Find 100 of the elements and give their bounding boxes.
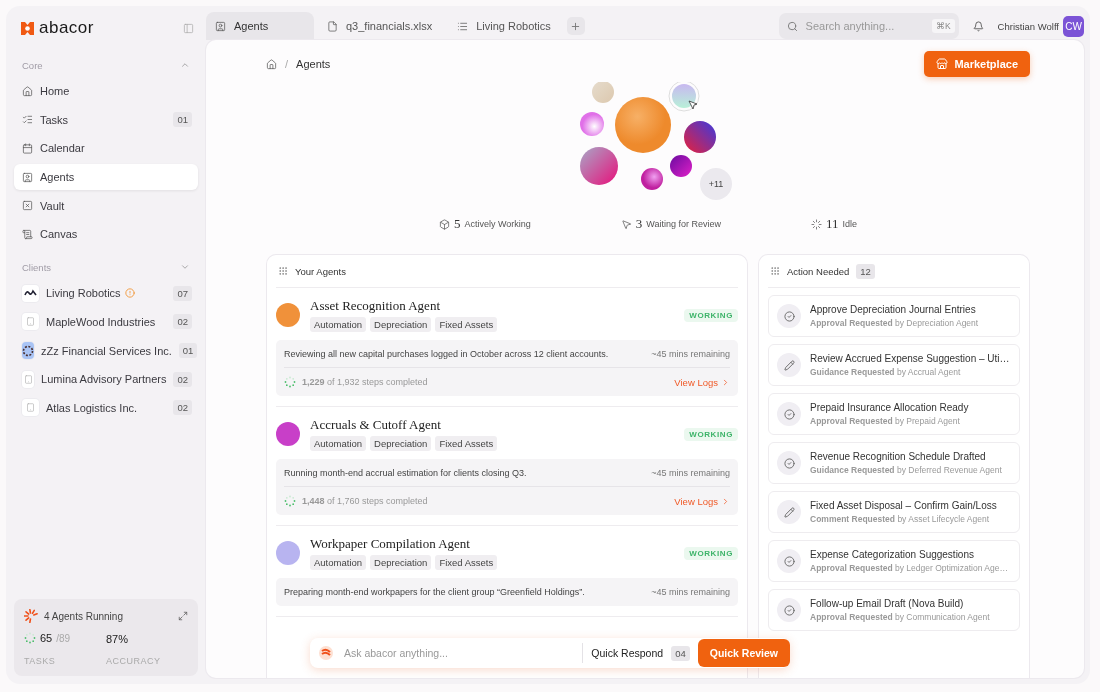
ask-field[interactable]: Ask abacor anything... [342,646,575,660]
search-field[interactable]: Search anything... [803,19,926,33]
chevron-right-icon [721,377,730,387]
panel-title: Action Needed [787,265,850,277]
action-title: Prepaid Insurance Allocation Ready [810,402,970,413]
section-title: Core [22,59,43,71]
agent-tag: Automation [310,555,367,570]
sidebar-item[interactable]: Canvas [14,221,198,248]
check-circle-icon [777,451,801,475]
loader-icon [811,218,822,230]
sidebar-item[interactable]: Tasks 01 [14,106,198,133]
search-icon [786,20,798,32]
spinner-icon [284,376,296,388]
sidebar-item-label: zZz Financial Services Inc. [41,344,172,357]
stat-label: Idle [842,219,858,229]
action-item[interactable]: Prepaid Insurance Allocation Ready Approval Requested by Prepaid Agent [768,393,1020,435]
stat-count: 11 [826,216,839,232]
client-logo-icon [22,370,35,388]
action-subtitle: Approval Requested by Depreciation Agent [810,318,980,328]
sidebar-item-label: Atlas Logistics Inc. [46,401,139,414]
sidebar-item[interactable]: MapleWood Industries 02 [14,308,198,335]
tab[interactable]: q3_financials.xlsx [318,12,445,40]
pencil-icon [777,500,801,524]
home-icon[interactable] [266,58,277,70]
scroll-icon [22,228,33,240]
agent-tag: Depreciation [370,555,432,570]
action-title: Approve Depreciation Journal Entries [810,304,977,315]
action-item[interactable]: Expense Categorization Suggestions Approval Requested by Ledger Optimization Age… [768,540,1020,582]
tasks-done: 65 [40,632,53,644]
check-circle-icon [777,304,801,328]
action-item[interactable]: Review Accrued Expense Suggestion – Uti… Guidance Requested by Accrual Agent [768,344,1020,386]
stat-label: Waiting for Review [646,219,721,229]
status-badge: WORKING [684,427,738,441]
sidebar-item[interactable]: Lumina Advisory Partners 02 [14,366,198,393]
action-subtitle: Comment Requested by Asset Lifecycle Agent [810,514,991,524]
expand-icon[interactable] [178,611,188,621]
time-remaining: ~45 mins remaining [651,467,730,478]
more-agents-badge[interactable]: +11 [700,168,732,200]
breadcrumb-separator: / [285,58,289,70]
action-item[interactable]: Approve Depreciation Journal Entries Approval Requested by Depreciation Agent [768,295,1020,337]
spinner-icon [284,495,296,507]
check-circle-icon [777,402,801,426]
client-logo-icon [22,313,39,331]
agent-description: Preparing month-end workpapers for the client group “Greenfield Holdings”. [284,587,586,597]
user-avatar[interactable]: CW [1063,15,1084,37]
checklist-icon [22,114,33,126]
sidebar-item[interactable]: Living Robotics 07 [14,280,198,307]
sidebar-item-label: Lumina Advisory Partners [41,373,167,386]
action-title: Revenue Recognition Schedule Drafted [810,451,987,462]
item-count: 02 [173,371,192,387]
item-count: 01 [178,343,198,358]
action-title: Fixed Asset Disposal – Confirm Gain/Loss [810,500,998,511]
sidebar-item[interactable]: Agents [14,164,198,191]
check-circle-icon [777,598,801,622]
agent-name: Accruals & Cutoff Agent [310,417,442,433]
sidebar-item[interactable]: Atlas Logistics Inc. 02 [14,394,198,421]
action-subtitle: Guidance Requested by Deferred Revenue Agent [810,465,1003,475]
sidebar-item[interactable]: zZz Financial Services Inc. 01 [14,337,198,364]
agent-name: Workpaper Compilation Agent [310,536,471,552]
action-item[interactable]: Revenue Recognition Schedule Drafted Guidance Requested by Deferred Revenue Agent [768,442,1020,484]
agent-name: Asset Recognition Agent [310,298,441,314]
agent-description: Reviewing all new capital purchases logged in October across 12 client accounts. [284,348,610,359]
cube-icon [438,218,450,230]
pointer-icon [620,218,632,230]
item-count: 01 [173,112,192,128]
action-count: 12 [856,263,875,279]
action-item[interactable]: Fixed Asset Disposal – Confirm Gain/Loss Comment Requested by Asset Lifecycle Agent [768,491,1020,533]
sidebar-item-label: Canvas [40,228,79,241]
sidebar-item[interactable]: Vault [14,192,198,219]
agent-tag: Depreciation [370,436,432,451]
quick-respond-count: 04 [671,645,690,661]
spinner-icon [24,632,36,644]
action-item[interactable]: Follow-up Email Draft (Nova Build) Approval Requested by Communication Agent [768,589,1020,631]
logo-icon [20,20,35,36]
bell-icon[interactable] [972,20,984,32]
chevron-right-icon [721,496,730,506]
agent-tag: Fixed Assets [435,555,498,570]
client-logo-icon [22,342,34,359]
agent-tag: Automation [310,436,367,451]
tab[interactable]: Living Robotics [448,12,563,40]
plus-icon [570,20,582,32]
check-circle-icon [777,549,801,573]
calendar-icon [22,142,33,154]
action-title: Expense Categorization Suggestions [810,549,975,560]
time-remaining: ~45 mins remaining [651,348,730,359]
breadcrumb-item[interactable]: Agents [296,58,331,70]
time-remaining: ~45 mins remaining [651,587,730,597]
agent-tag: Depreciation [370,317,432,332]
sidebar-item[interactable]: Calendar [14,135,198,162]
action-title: Review Accrued Expense Suggestion – Uti… [810,353,1011,364]
tab[interactable]: Agents [206,12,314,40]
action-subtitle: Approval Requested by Ledger Optimization Age… [810,563,1009,573]
add-tab-button[interactable] [566,17,585,35]
sidebar-item[interactable]: Home [14,78,198,104]
action-subtitle: Approval Requested by Prepaid Agent [810,416,961,426]
sidebar-toggle-icon[interactable] [183,22,194,34]
chevron-up-icon[interactable] [180,60,190,70]
sidebar-item-label: Calendar [40,142,86,155]
accuracy-label: ACCURACY [106,656,161,666]
quick-respond-label[interactable]: Quick Respond [591,647,664,659]
